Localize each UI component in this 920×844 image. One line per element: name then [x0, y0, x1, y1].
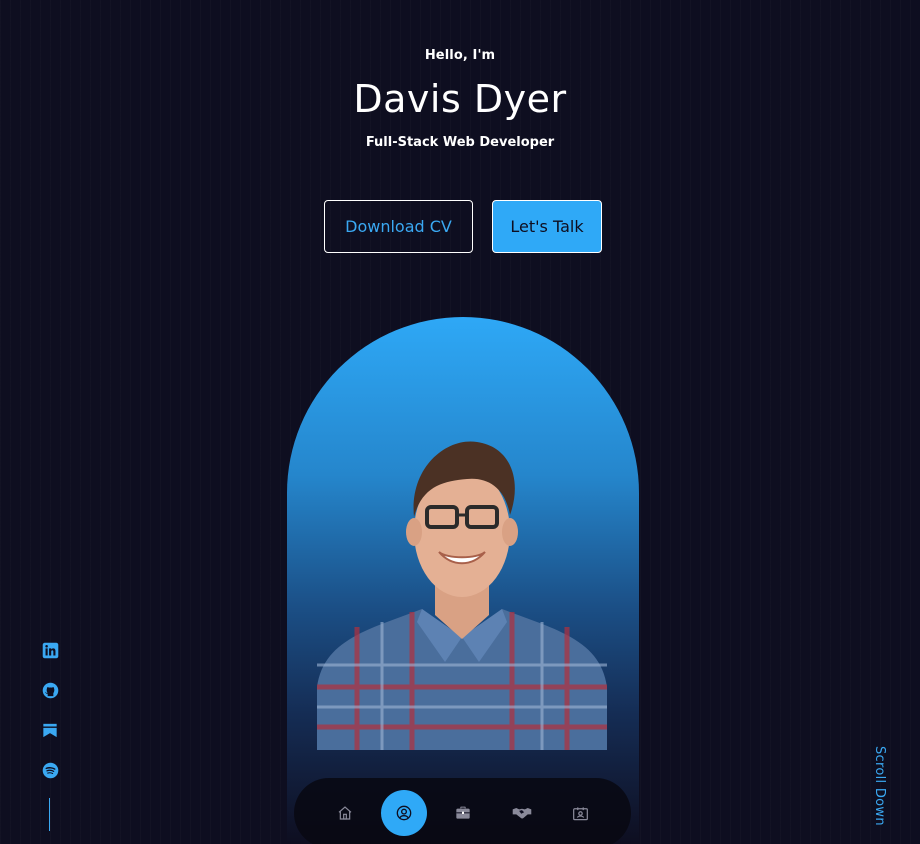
download-cv-button[interactable]: Download CV	[324, 200, 473, 253]
portrait-arch	[287, 317, 639, 844]
linkedin-icon[interactable]	[41, 640, 59, 660]
nav-experience[interactable]	[440, 790, 486, 836]
nav-services[interactable]	[499, 790, 545, 836]
nav-about[interactable]	[380, 790, 427, 836]
nav-home[interactable]	[322, 790, 368, 836]
briefcase-icon	[455, 806, 470, 819]
scroll-down-link[interactable]: Scroll Down	[872, 746, 887, 826]
handshake-icon	[512, 808, 531, 819]
hero-role: Full-Stack Web Developer	[365, 135, 555, 150]
hero-header: Hello, I'm Davis Dyer Full-Stack Web Dev…	[0, 48, 920, 150]
nav-contact[interactable]	[558, 790, 604, 836]
hero-name: Davis Dyer	[353, 77, 567, 121]
home-icon	[338, 806, 351, 820]
lets-talk-button[interactable]: Let's Talk	[492, 200, 602, 253]
spotify-icon[interactable]	[41, 760, 59, 780]
hero-greeting: Hello, I'm	[424, 48, 496, 63]
contact-card-icon	[573, 806, 588, 820]
cta-buttons: Download CV Let's Talk	[0, 200, 920, 253]
user-icon	[396, 805, 411, 821]
social-links	[40, 640, 60, 780]
social-divider-line	[49, 798, 50, 831]
bookmark-icon[interactable]	[41, 720, 59, 740]
profile-photo	[317, 441, 607, 750]
github-icon[interactable]	[41, 680, 59, 700]
bottom-nav	[294, 778, 631, 844]
